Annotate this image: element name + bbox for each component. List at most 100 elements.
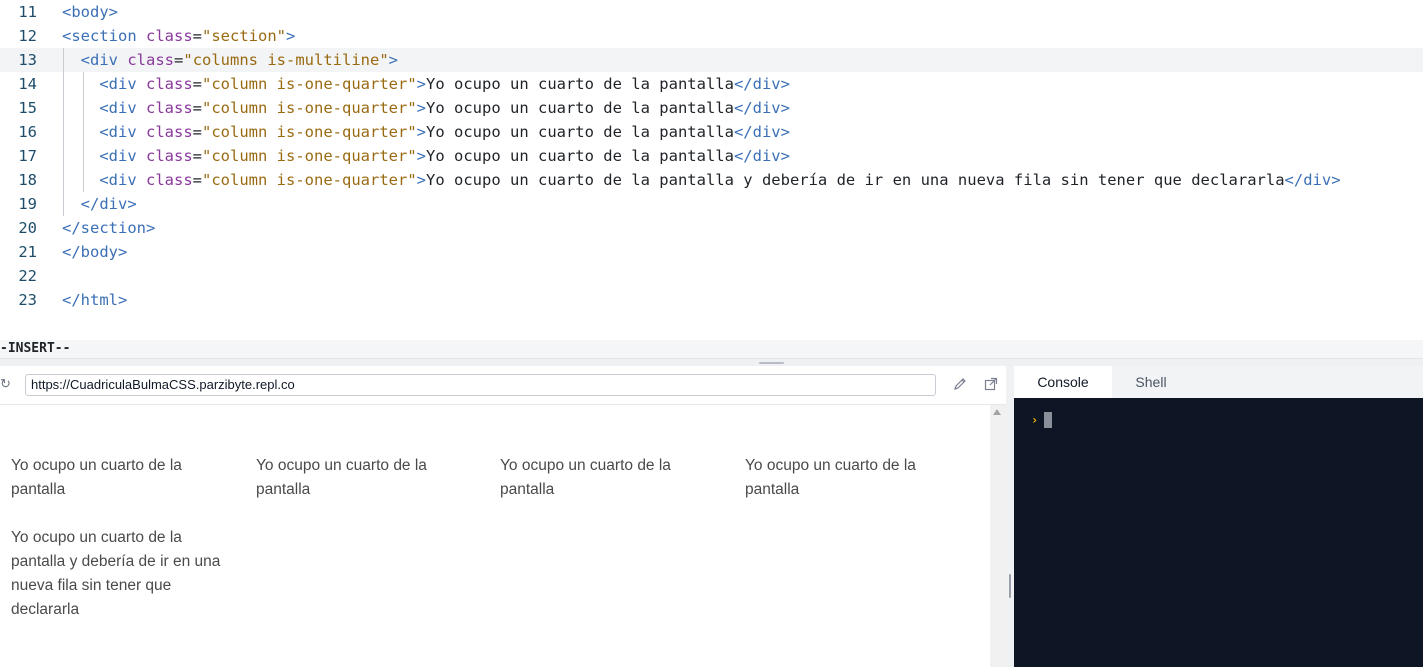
code-line[interactable]: 14 <div class="column is-one-quarter">Yo… [0,72,1423,96]
code-line[interactable]: 11 <body> [0,0,1423,24]
code-text: </section> [62,216,155,240]
token-tag: <div [99,75,137,93]
line-number: 23 [18,291,37,309]
code-line[interactable]: 21 </body> [0,240,1423,264]
token-str: "columns is-multiline" [183,51,389,69]
token-txt: = [174,51,184,69]
indent-guide [63,96,64,120]
token-tag: <div [99,171,137,189]
code-text: </body> [62,240,127,264]
token-str: "column is-one-quarter" [202,147,417,165]
token-txt: Yo ocupo un cuarto de la pantalla [426,75,734,93]
code-text: <div class="column is-one-quarter">Yo oc… [62,168,1341,192]
column-5: Yo ocupo un cuarto de la pantalla y debe… [11,529,221,618]
line-number: 13 [18,51,37,69]
code-text: <div class="column is-one-quarter">Yo oc… [62,96,790,120]
code-line[interactable]: 18 <div class="column is-one-quarter">Yo… [0,168,1423,192]
code-line[interactable]: 23 </html> [0,288,1423,312]
token-attr: class [146,171,193,189]
token-tag: > [286,27,296,45]
vertical-resize-handle[interactable] [1006,366,1014,667]
code-text: <div class="column is-one-quarter">Yo oc… [62,72,790,96]
reload-icon[interactable]: ↻ [0,377,12,391]
console-tabs: Console Shell [1014,366,1423,398]
token-str: "column is-one-quarter" [202,123,417,141]
indent-guide [63,168,64,192]
indent-guide [63,192,64,216]
code-text: <div class="columns is-multiline"> [62,48,398,72]
code-line[interactable]: 15 <div class="column is-one-quarter">Yo… [0,96,1423,120]
tab-shell[interactable]: Shell [1112,366,1190,398]
token-tag: </div> [733,123,790,141]
line-number: 21 [18,243,37,261]
code-line[interactable]: 16 <div class="column is-one-quarter">Yo… [0,120,1423,144]
token-tag: <body> [62,3,118,21]
token-tag: > [416,75,426,93]
token-str: "column is-one-quarter" [202,99,417,117]
token-attr: class [146,75,193,93]
column-4: Yo ocupo un cuarto de la pantalla [745,457,916,498]
code-line[interactable]: 12 <section class="section"> [0,24,1423,48]
pencil-icon[interactable] [952,376,968,392]
token-tag: </div> [733,75,790,93]
token-tag: </html> [62,291,128,309]
vim-mode-indicator: -INSERT-- [0,340,1423,358]
line-number: 22 [18,267,37,285]
resize-grip-icon [1009,574,1011,598]
open-in-new-tab-icon[interactable] [983,376,999,392]
line-number: 17 [18,147,37,165]
code-line[interactable]: 17 <div class="column is-one-quarter">Yo… [0,144,1423,168]
webview-scrollbar[interactable] [990,405,1006,667]
token-txt: = [192,123,203,141]
line-number: 11 [18,3,37,21]
token-str: "column is-one-quarter" [202,75,417,93]
code-line[interactable]: 20 </section> [0,216,1423,240]
token-txt: Yo ocupo un cuarto de la pantalla y debe… [426,171,1285,189]
code-text: <div class="column is-one-quarter">Yo oc… [62,120,790,144]
indent-guide [63,72,64,96]
token-str: "column is-one-quarter" [202,171,417,189]
token-tag: </div> [80,195,137,213]
token-tag: <div [99,147,137,165]
token-tag: > [388,51,399,69]
url-input[interactable] [25,374,936,396]
token-txt: Yo ocupo un cuarto de la pantalla [426,123,734,141]
column-3: Yo ocupo un cuarto de la pantalla [500,457,671,498]
token-tag: </div> [733,147,790,165]
token-tag: <div [99,123,137,141]
code-text: </html> [62,288,127,312]
token-txt: = [192,171,203,189]
code-line[interactable]: 22 [0,264,1423,288]
code-editor[interactable]: 11 <body> 12 <section class="section"> 13 <d… [0,0,1423,340]
indent-guide [82,96,84,120]
column-2: Yo ocupo un cuarto de la pantalla [256,457,427,498]
scroll-up-arrow-icon[interactable] [993,409,1001,415]
token-tag: </div> [1284,171,1341,189]
tab-console[interactable]: Console [1014,366,1112,398]
token-txt: = [192,99,203,117]
indent-guide [82,120,84,144]
line-number: 18 [18,171,37,189]
code-line[interactable]: 13 <div class="columns is-multiline"> [0,48,1423,72]
line-number: 14 [18,75,37,93]
column-1: Yo ocupo un cuarto de la pantalla [11,457,182,498]
token-tag: <section [62,27,137,45]
code-line[interactable]: 19 </div> [0,192,1423,216]
token-txt: = [192,147,203,165]
console-terminal[interactable]: › [1014,398,1423,667]
token-attr: class [146,99,193,117]
webview-url-bar: ↻ [0,366,1006,405]
token-tag: > [416,147,426,165]
indent-guide [82,144,84,168]
token-tag: </div> [733,99,790,117]
line-number: 15 [18,99,37,117]
indent-guide [63,144,64,168]
terminal-cursor [1044,412,1052,428]
